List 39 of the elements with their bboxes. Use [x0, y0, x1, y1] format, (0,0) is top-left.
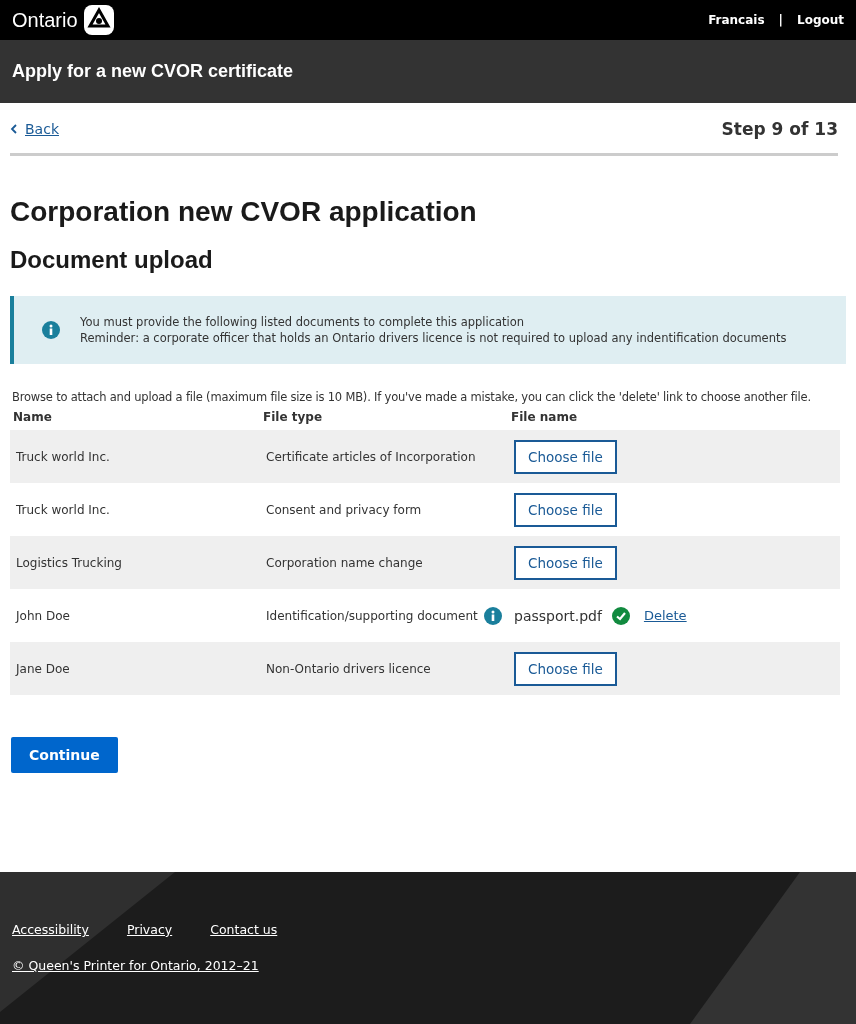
info-icon [42, 321, 60, 339]
separator: | [778, 13, 783, 27]
delete-link[interactable]: Delete [643, 608, 687, 623]
table-cell: Consent and privacy form [266, 502, 422, 517]
table-cell-text: John Doe [16, 608, 71, 623]
table-cell: Certificate articles of Incorporation [266, 449, 476, 464]
choose-file-button[interactable]: Choose file [514, 492, 617, 527]
table-cell-text: Logistics Trucking [16, 555, 123, 570]
instructions-text: Browse to attach and upload a file (maximum file size is 10 MB). If you've made a mistake, you can click the 'delete' link to choose another file. [12, 390, 812, 404]
back-link[interactable]: Back [25, 121, 59, 137]
table-cell-text: Truck world Inc. [16, 502, 111, 517]
table-cell: Non-Ontario drivers licence [266, 661, 431, 676]
footer-link[interactable]: Contact us [210, 922, 278, 937]
table-cell: Corporation name change [266, 555, 423, 570]
continue-button[interactable]: Continue [11, 737, 118, 773]
page-title: Apply for a new CVOR certificate [12, 61, 294, 82]
language-link[interactable]: Francais [708, 13, 765, 27]
column-header: File name [511, 410, 579, 426]
choose-file-button[interactable]: Choose file [514, 545, 617, 580]
table-cell-text: Truck world Inc. [16, 449, 111, 464]
table-cell: Identification/supporting document [266, 608, 478, 623]
footer-link[interactable]: Privacy [126, 922, 173, 937]
subheading: Document upload [10, 246, 214, 274]
notice-text: You must provide the following listed documents to complete this application [80, 314, 526, 330]
column-header: Name [13, 410, 53, 426]
check-circle-icon [611, 606, 630, 625]
footer-link[interactable]: Accessibility [12, 922, 89, 937]
logo-text: Ontario [12, 8, 78, 32]
notice-text: Reminder: a corporate officer that holds an Ontario drivers licence is not required to upload any indentification documents [80, 330, 787, 346]
copyright-link[interactable]: © Queen's Printer for Ontario, 2012–21 [12, 958, 259, 973]
heading: Corporation new CVOR application [10, 196, 478, 228]
table-cell-text: Jane Doe [16, 661, 71, 676]
logout-link[interactable]: Logout [797, 13, 844, 27]
step-indicator: Step 9 of 13 [721, 119, 838, 139]
choose-file-button[interactable]: Choose file [514, 651, 617, 686]
column-header: File type [263, 410, 324, 426]
choose-file-button[interactable]: Choose file [514, 439, 617, 474]
chevron-left-icon [10, 124, 17, 134]
file-name: passport.pdf [514, 607, 602, 624]
